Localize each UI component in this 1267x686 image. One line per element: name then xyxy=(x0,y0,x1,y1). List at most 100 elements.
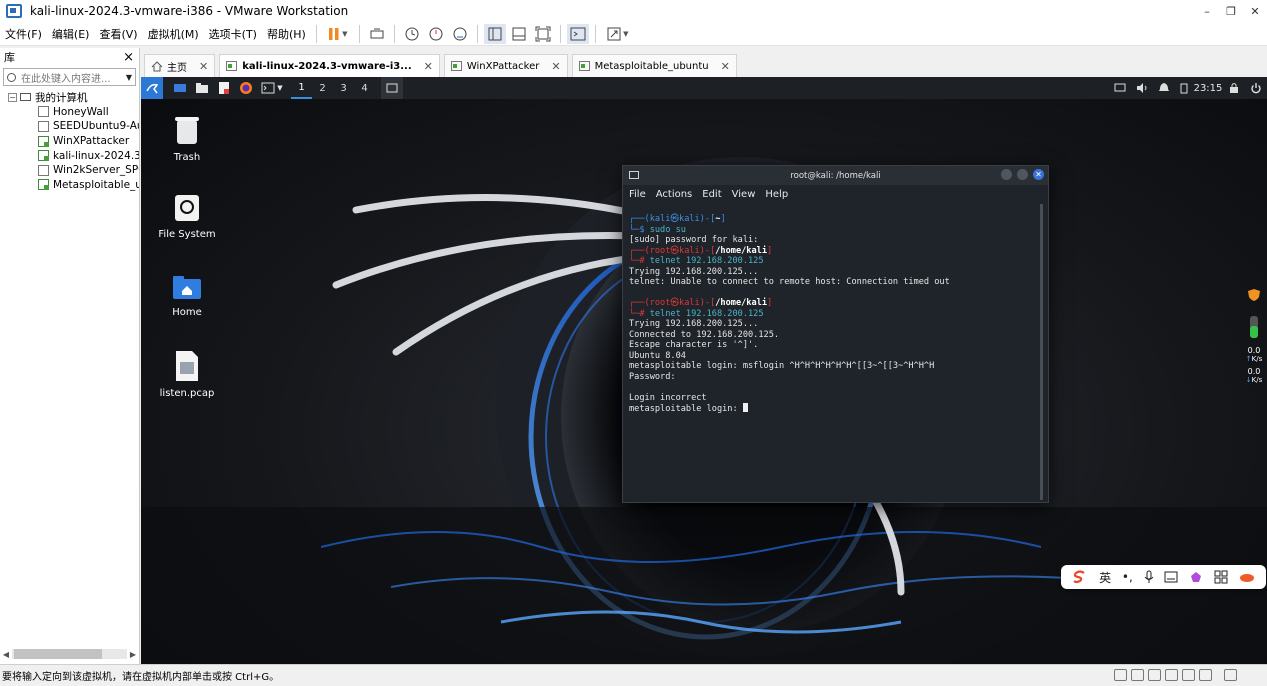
terminal-launcher[interactable]: ▼ xyxy=(257,77,287,99)
close-window-button[interactable]: ✕ xyxy=(1243,0,1267,22)
menu-view[interactable]: 查看(V) xyxy=(94,26,142,42)
tab-close-icon[interactable]: ✕ xyxy=(424,60,433,73)
library-close-button[interactable]: × xyxy=(123,50,134,65)
snapshot-button[interactable] xyxy=(401,24,423,44)
tab-close-icon[interactable]: ✕ xyxy=(721,60,730,73)
menu-file[interactable]: 文件(F) xyxy=(0,26,47,42)
kali-menu-button[interactable] xyxy=(141,77,163,99)
workspace-2[interactable]: 2 xyxy=(312,77,333,99)
menu-vm[interactable]: 虚拟机(M) xyxy=(143,26,204,42)
chevron-down-icon[interactable]: ▼ xyxy=(126,73,132,82)
hard-disk-icon[interactable] xyxy=(1114,669,1127,681)
message-log-icon[interactable] xyxy=(1224,669,1237,681)
terminal-window[interactable]: root@kali: /home/kali ✕ File Actions Edi… xyxy=(622,165,1049,503)
tree-item-win2kserver[interactable]: Win2kServer_SP0 xyxy=(0,163,139,178)
tree-item-label: kali-linux-2024.3-v xyxy=(53,149,139,162)
terminal-menu-actions[interactable]: Actions xyxy=(656,189,693,200)
panel-clock[interactable]: 23:15 xyxy=(1193,77,1223,99)
tree-item-label: HoneyWall xyxy=(53,105,109,118)
revert-snapshot-button[interactable] xyxy=(425,24,447,44)
workspace-4[interactable]: 4 xyxy=(354,77,375,99)
lock-screen-button[interactable] xyxy=(1223,77,1245,99)
scroll-left-icon[interactable]: ◀ xyxy=(0,650,12,659)
tree-item-winxpattacker[interactable]: WinXPattacker xyxy=(0,134,139,149)
taskbar-terminal-window[interactable] xyxy=(381,77,403,99)
terminal-scrollbar[interactable] xyxy=(1040,204,1043,500)
menu-edit[interactable]: 编辑(E) xyxy=(47,26,95,42)
terminal-output[interactable]: ┌──(kali㉿kali)-[~] └─$ sudo su [sudo] pa… xyxy=(623,203,1048,415)
minimize-button[interactable]: – xyxy=(1195,0,1219,22)
vm-running-icon xyxy=(38,135,49,147)
desktop-icon-home[interactable]: Home xyxy=(147,273,227,318)
terminal-titlebar[interactable]: root@kali: /home/kali ✕ xyxy=(623,166,1048,185)
menu-tabs[interactable]: 选项卡(T) xyxy=(204,26,262,42)
mascot-icon[interactable] xyxy=(1239,571,1255,583)
show-desktop-button[interactable] xyxy=(169,77,191,99)
tree-item-metasploitable[interactable]: Metasploitable_u xyxy=(0,178,139,193)
sogou-logo-icon[interactable] xyxy=(1072,570,1088,584)
ime-punctuation-toggle[interactable]: •, xyxy=(1122,570,1133,584)
tab-kali-linux[interactable]: kali-linux-2024.3-vmware-i3... ✕ xyxy=(219,54,440,77)
console-view-button[interactable] xyxy=(566,23,589,44)
stretch-guest-button[interactable]: ▼ xyxy=(602,24,634,44)
terminal-menu-file[interactable]: File xyxy=(629,189,646,200)
terminal-menu-view[interactable]: View xyxy=(732,189,756,200)
tab-close-icon[interactable]: ✕ xyxy=(551,60,560,73)
toolbox-grid-icon[interactable] xyxy=(1214,570,1228,584)
scrollbar-thumb[interactable] xyxy=(14,649,102,659)
display-indicator[interactable] xyxy=(1109,77,1131,99)
power-button[interactable] xyxy=(1245,77,1267,99)
tree-root-my-computer[interactable]: − 我的计算机 xyxy=(0,90,139,105)
maximize-button[interactable]: ❐ xyxy=(1219,0,1243,22)
full-screen-button[interactable] xyxy=(532,24,554,44)
network-monitor-widget[interactable]: 0.0 ↑K/s 0.0 ↓K/s xyxy=(1242,288,1266,398)
firefox-launcher[interactable] xyxy=(235,77,257,99)
tab-close-icon[interactable]: ✕ xyxy=(199,60,208,73)
tab-metasploitable[interactable]: Metasploitable_ubuntu ✕ xyxy=(571,54,737,77)
scroll-right-icon[interactable]: ▶ xyxy=(127,650,139,659)
terminal-maximize-button[interactable] xyxy=(1017,169,1028,180)
desktop-icon-trash[interactable]: Trash xyxy=(147,114,227,163)
lock-icon xyxy=(1230,83,1238,93)
show-library-button[interactable] xyxy=(483,23,506,44)
tab-home[interactable]: 主页 ✕ xyxy=(144,54,216,77)
terminal-close-button[interactable]: ✕ xyxy=(1033,169,1044,180)
vm-guest-screen[interactable]: ▼ 1 2 3 4 23:15 Trash File System Home l… xyxy=(141,77,1267,664)
battery-icon xyxy=(1180,83,1188,94)
tree-item-seedubuntu[interactable]: SEEDUbuntu9-Aug xyxy=(0,119,139,134)
skin-icon[interactable] xyxy=(1189,570,1203,584)
usb-icon[interactable] xyxy=(1165,669,1178,681)
show-thumbnail-bar-button[interactable] xyxy=(508,24,530,44)
terminal-menu-edit[interactable]: Edit xyxy=(702,189,721,200)
tab-winxpattacker[interactable]: WinXPattacker ✕ xyxy=(443,54,568,77)
snapshot-manager-button[interactable] xyxy=(449,24,471,44)
menu-help[interactable]: 帮助(H) xyxy=(262,26,311,42)
desktop-icon-listen-pcap[interactable]: listen.pcap xyxy=(147,350,227,399)
pause-vm-button[interactable]: ▼ xyxy=(323,24,353,44)
volume-indicator[interactable] xyxy=(1131,77,1153,99)
text-editor-launcher[interactable] xyxy=(213,77,235,99)
display-icon[interactable] xyxy=(1182,669,1195,681)
tree-item-honeywall[interactable]: HoneyWall xyxy=(0,105,139,120)
terminal-minimize-button[interactable] xyxy=(1001,169,1012,180)
cd-rom-icon[interactable] xyxy=(1199,669,1212,681)
battery-indicator[interactable] xyxy=(1175,77,1193,99)
terminal-menu-help[interactable]: Help xyxy=(765,189,788,200)
ime-language-toggle[interactable]: 英 xyxy=(1099,569,1111,586)
network-adapter-icon[interactable] xyxy=(1131,669,1144,681)
collapse-icon[interactable]: − xyxy=(8,92,17,102)
library-horizontal-scrollbar[interactable]: ◀ ▶ xyxy=(0,647,139,661)
notifications-indicator[interactable] xyxy=(1153,77,1175,99)
tree-item-kali-linux[interactable]: kali-linux-2024.3-v xyxy=(0,148,139,163)
workspace-3[interactable]: 3 xyxy=(333,77,354,99)
microphone-icon[interactable] xyxy=(1144,570,1154,584)
workspace-1[interactable]: 1 xyxy=(291,77,312,99)
sound-card-icon[interactable] xyxy=(1148,669,1161,681)
desktop-icon-file-system[interactable]: File System xyxy=(147,193,227,240)
file-manager-launcher[interactable] xyxy=(191,77,213,99)
command-text: telnet 192.168.200.125 xyxy=(649,256,764,266)
send-ctrl-alt-del-button[interactable] xyxy=(366,24,388,44)
bell-icon xyxy=(1159,83,1169,91)
library-search-input[interactable]: 在此处键入内容进... ▼ xyxy=(3,68,136,86)
keyboard-icon[interactable] xyxy=(1164,571,1178,583)
